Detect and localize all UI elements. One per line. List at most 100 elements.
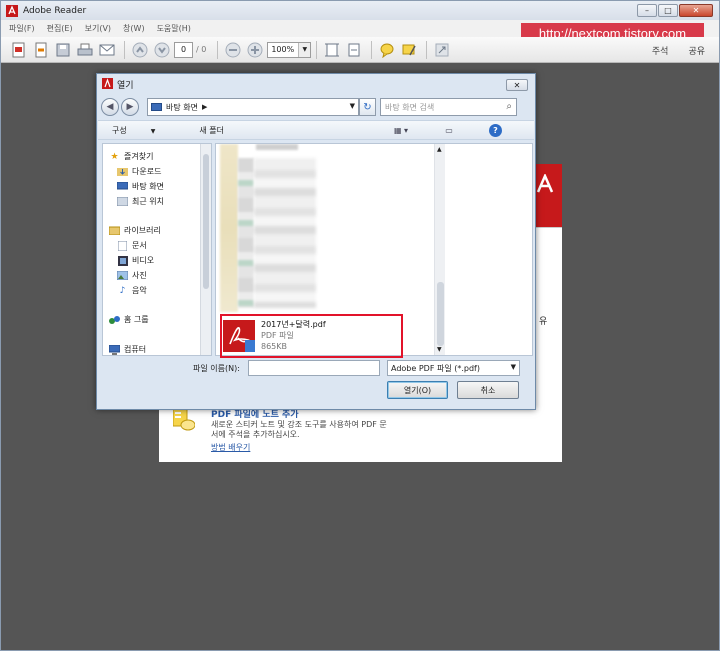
- dialog-title-bar: 열기 ✕: [97, 74, 535, 94]
- music-icon: ♪: [119, 285, 126, 296]
- dialog-title: 열기: [117, 80, 134, 91]
- open-file-icon[interactable]: [31, 40, 50, 59]
- chevron-right-icon: ▶: [201, 103, 208, 111]
- toolbar-separator: [371, 40, 373, 59]
- blurred-file-icons: [220, 144, 238, 312]
- toolbar-separator: [426, 40, 428, 59]
- view-options-icon[interactable]: ▦ ▾: [393, 123, 409, 137]
- selected-file-highlight: [220, 314, 403, 358]
- zoom-out-icon[interactable]: [223, 40, 242, 59]
- organize-button[interactable]: 구성 ▼: [112, 125, 177, 136]
- address-path: 바탕 화면: [166, 102, 198, 112]
- dialog-close-button[interactable]: ✕: [506, 79, 528, 91]
- desktop-icon: [151, 103, 162, 111]
- nav-item-downloads[interactable]: 다운로드: [117, 165, 161, 178]
- nav-item-homegroup[interactable]: 홈 그룹: [109, 313, 149, 326]
- comment-icon[interactable]: [377, 40, 396, 59]
- menu-window[interactable]: 창(W): [123, 23, 145, 34]
- window-title: Adobe Reader: [23, 5, 87, 16]
- maximize-button[interactable]: □: [658, 4, 678, 17]
- desktop-icon: [117, 182, 128, 192]
- cancel-button[interactable]: 취소: [457, 381, 519, 399]
- search-input[interactable]: 바탕 화면 검색 ⌕: [380, 98, 517, 116]
- zoom-in-icon[interactable]: [245, 40, 264, 59]
- navigation-pane: ★ 즐겨찾기 다운로드 바탕 화면 최근 위치 라이브러리 문서 비디오 사진 …: [102, 143, 212, 356]
- file-type-value: Adobe PDF 파일 (*.pdf): [391, 363, 480, 373]
- refresh-icon[interactable]: ↻: [359, 98, 376, 116]
- menu-view[interactable]: 보기(V): [85, 23, 111, 34]
- welcome-side-text: 유: [539, 317, 548, 327]
- scrollbar-thumb[interactable]: [437, 282, 444, 346]
- file-name-input[interactable]: [248, 360, 380, 376]
- library-icon: [109, 226, 120, 236]
- email-icon[interactable]: [97, 40, 116, 59]
- adobe-reader-icon: [6, 4, 18, 17]
- print-icon[interactable]: [75, 40, 94, 59]
- nav-item-pictures[interactable]: 사진: [117, 269, 147, 282]
- star-icon: ★: [110, 151, 119, 162]
- forward-icon[interactable]: ▶: [121, 98, 139, 116]
- nav-item-documents[interactable]: 문서: [117, 239, 147, 252]
- next-page-icon[interactable]: [152, 40, 171, 59]
- file-name-row: 파일 이름(N): Adobe PDF 파일 (*.pdf) ▼: [97, 360, 535, 378]
- adobe-reader-window: Adobe Reader – □ ✕ 파일(F) 편집(E) 보기(V) 창(W…: [0, 0, 720, 651]
- zoom-level-select[interactable]: 100% ▼: [267, 41, 312, 58]
- scroll-down-icon[interactable]: ▼: [437, 346, 442, 353]
- create-pdf-icon[interactable]: [9, 40, 28, 59]
- share-pane-button[interactable]: 공유: [688, 44, 705, 57]
- page-total: / 0: [196, 45, 207, 54]
- page-number-input[interactable]: 0: [174, 41, 193, 58]
- menu-help[interactable]: 도움말(H): [157, 23, 191, 34]
- nav-item-libraries[interactable]: 라이브러리: [109, 224, 161, 237]
- main-toolbar: 0 / 0 100% ▼ 주석 공유: [1, 37, 719, 63]
- chevron-down-icon[interactable]: ▼: [350, 102, 355, 110]
- help-icon[interactable]: ?: [489, 123, 502, 137]
- open-file-dialog: 열기 ✕ ◀ ▶ 바탕 화면 ▶ ▼ ↻ 바탕 화면 검색 ⌕ 구성 ▼ 새 폴더…: [96, 73, 536, 410]
- blurred-file-icons: [238, 158, 254, 308]
- chevron-down-icon: ▼: [150, 127, 156, 135]
- menu-file[interactable]: 파일(F): [9, 23, 35, 34]
- scroll-up-icon[interactable]: ▲: [437, 146, 442, 153]
- tile-description: 새로운 스티커 노트 및 강조 도구를 사용하여 PDF 문서에 주석을 추가하…: [211, 420, 387, 439]
- preview-pane-icon[interactable]: ▭: [441, 123, 457, 137]
- video-icon: [117, 255, 128, 266]
- search-placeholder: 바탕 화면 검색: [385, 102, 435, 112]
- menu-edit[interactable]: 편집(E): [47, 23, 73, 34]
- fit-width-icon[interactable]: [344, 40, 363, 59]
- nav-pane-scrollbar[interactable]: [200, 144, 211, 355]
- toolbar-separator: [124, 40, 125, 59]
- adobe-reader-icon: [102, 78, 113, 89]
- nav-item-recent[interactable]: 최근 위치: [117, 195, 164, 208]
- nav-item-favorites[interactable]: ★ 즐겨찾기: [109, 150, 153, 163]
- blurred-file-names: [254, 158, 316, 308]
- title-bar: Adobe Reader – □ ✕: [1, 1, 719, 20]
- save-icon[interactable]: [53, 40, 72, 59]
- comment-pane-button[interactable]: 주석: [652, 44, 669, 57]
- minimize-button[interactable]: –: [637, 4, 657, 17]
- file-list-scrollbar[interactable]: ▲ ▼: [434, 144, 445, 355]
- command-bar: 구성 ▼ 새 폴더 ▦ ▾ ▭ ?: [98, 120, 534, 140]
- file-name-label: 파일 이름(N):: [193, 364, 240, 373]
- fit-page-icon[interactable]: [322, 40, 341, 59]
- address-bar[interactable]: 바탕 화면 ▶ ▼: [147, 98, 359, 116]
- previous-page-icon[interactable]: [130, 40, 149, 59]
- toolbar-separator: [217, 40, 219, 59]
- new-folder-button[interactable]: 새 폴더: [199, 125, 224, 136]
- back-icon[interactable]: ◀: [101, 98, 119, 116]
- open-button[interactable]: 열기(O): [387, 381, 448, 399]
- scrollbar-thumb[interactable]: [203, 154, 209, 289]
- zoom-level-value: 100%: [271, 45, 295, 54]
- learn-how-link[interactable]: 방법 배우기: [211, 442, 250, 453]
- close-button[interactable]: ✕: [679, 4, 713, 17]
- file-type-select[interactable]: Adobe PDF 파일 (*.pdf) ▼: [387, 360, 520, 376]
- nav-item-music[interactable]: ♪ 음악: [117, 284, 147, 297]
- sign-icon[interactable]: [399, 40, 418, 59]
- nav-item-desktop[interactable]: 바탕 화면: [117, 180, 164, 193]
- recent-places-icon: [117, 197, 128, 207]
- download-folder-icon: [117, 167, 128, 177]
- documents-icon: [117, 240, 128, 251]
- nav-item-videos[interactable]: 비디오: [117, 254, 154, 267]
- nav-item-computer[interactable]: 컴퓨터: [109, 343, 146, 355]
- dialog-navigation-row: ◀ ▶ 바탕 화면 ▶ ▼ ↻ 바탕 화면 검색 ⌕: [101, 96, 533, 118]
- expand-icon[interactable]: [432, 40, 451, 59]
